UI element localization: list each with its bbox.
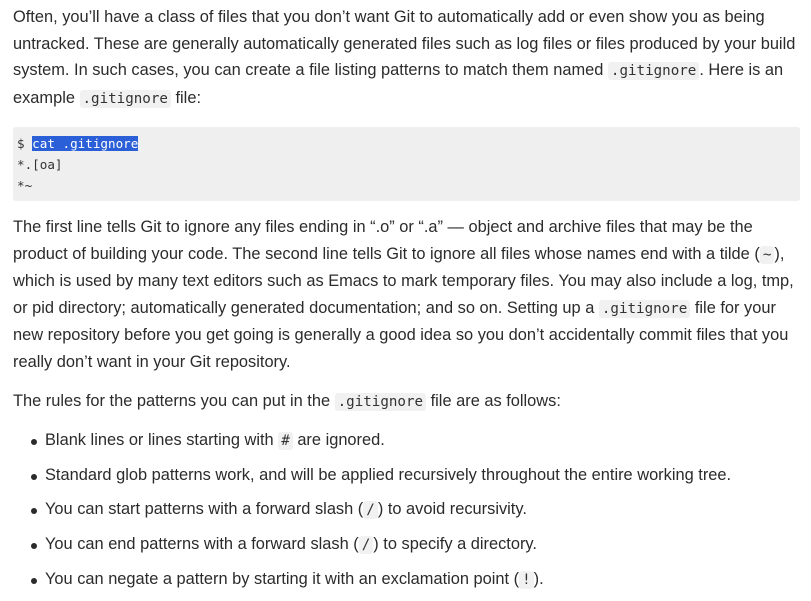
code-block[interactable]: $ cat .gitignore *.[oa] *~ [13, 127, 800, 201]
rule-text-2: ) to avoid recursivity. [377, 499, 527, 518]
code-line-3: *~ [17, 178, 33, 193]
rule-text-1: You can start patterns with a forward sl… [45, 499, 364, 518]
inline-code-gitignore: .gitignore [334, 393, 427, 411]
rules-intro-paragraph: The rules for the patterns you can put i… [13, 388, 803, 416]
intro-text-3: file: [170, 88, 201, 107]
selected-command[interactable]: cat .gitignore [32, 136, 139, 151]
bullet-icon [31, 542, 37, 549]
document-content: Often, you’ll have a class of files that… [13, 0, 803, 601]
explanation-text-1: The first line tells Git to ignore any f… [13, 218, 760, 263]
rules-list: Blank lines or lines starting with # are… [13, 427, 803, 593]
list-item: You can end patterns with a forward slas… [31, 531, 803, 558]
code-line-1: $ cat .gitignore [17, 133, 800, 154]
list-item: Blank lines or lines starting with # are… [31, 427, 803, 454]
explanation-paragraph: The first line tells Git to ignore any f… [13, 214, 803, 375]
shell-prompt: $ [17, 136, 33, 151]
rule-text-2: ). [533, 569, 544, 588]
list-item: You can start patterns with a forward sl… [31, 496, 803, 523]
bullet-icon [31, 438, 37, 445]
inline-code-gitignore: .gitignore [607, 62, 700, 80]
inline-code-slash: / [358, 535, 374, 554]
list-item: Standard glob patterns work, and will be… [31, 462, 803, 488]
rule-text-2: are ignored. [292, 430, 385, 449]
inline-code-tilde: ~ [759, 245, 775, 264]
inline-code-slash: / [363, 500, 378, 519]
rule-text-1: Blank lines or lines starting with [45, 430, 279, 449]
bullet-icon [31, 507, 37, 514]
inline-code-exclamation: ! [519, 570, 534, 589]
inline-code-gitignore: .gitignore [598, 299, 691, 318]
rule-text-2: ) to specify a directory. [373, 534, 537, 553]
rule-text-1: Standard glob patterns work, and will be… [45, 465, 732, 484]
bullet-icon [31, 577, 37, 584]
bullet-icon [31, 473, 37, 480]
rules-intro-text-2: file are as follows: [426, 392, 561, 410]
inline-code-gitignore: .gitignore [79, 89, 171, 108]
rule-text-1: You can negate a pattern by starting it … [45, 569, 520, 588]
inline-code-hash: # [278, 431, 293, 450]
list-item: You can negate a pattern by starting it … [31, 566, 803, 593]
rules-intro-text-1: The rules for the patterns you can put i… [13, 392, 335, 410]
intro-paragraph: Often, you’ll have a class of files that… [13, 0, 803, 112]
rule-text-1: You can end patterns with a forward slas… [45, 534, 359, 553]
code-line-2: *.[oa] [17, 157, 63, 172]
